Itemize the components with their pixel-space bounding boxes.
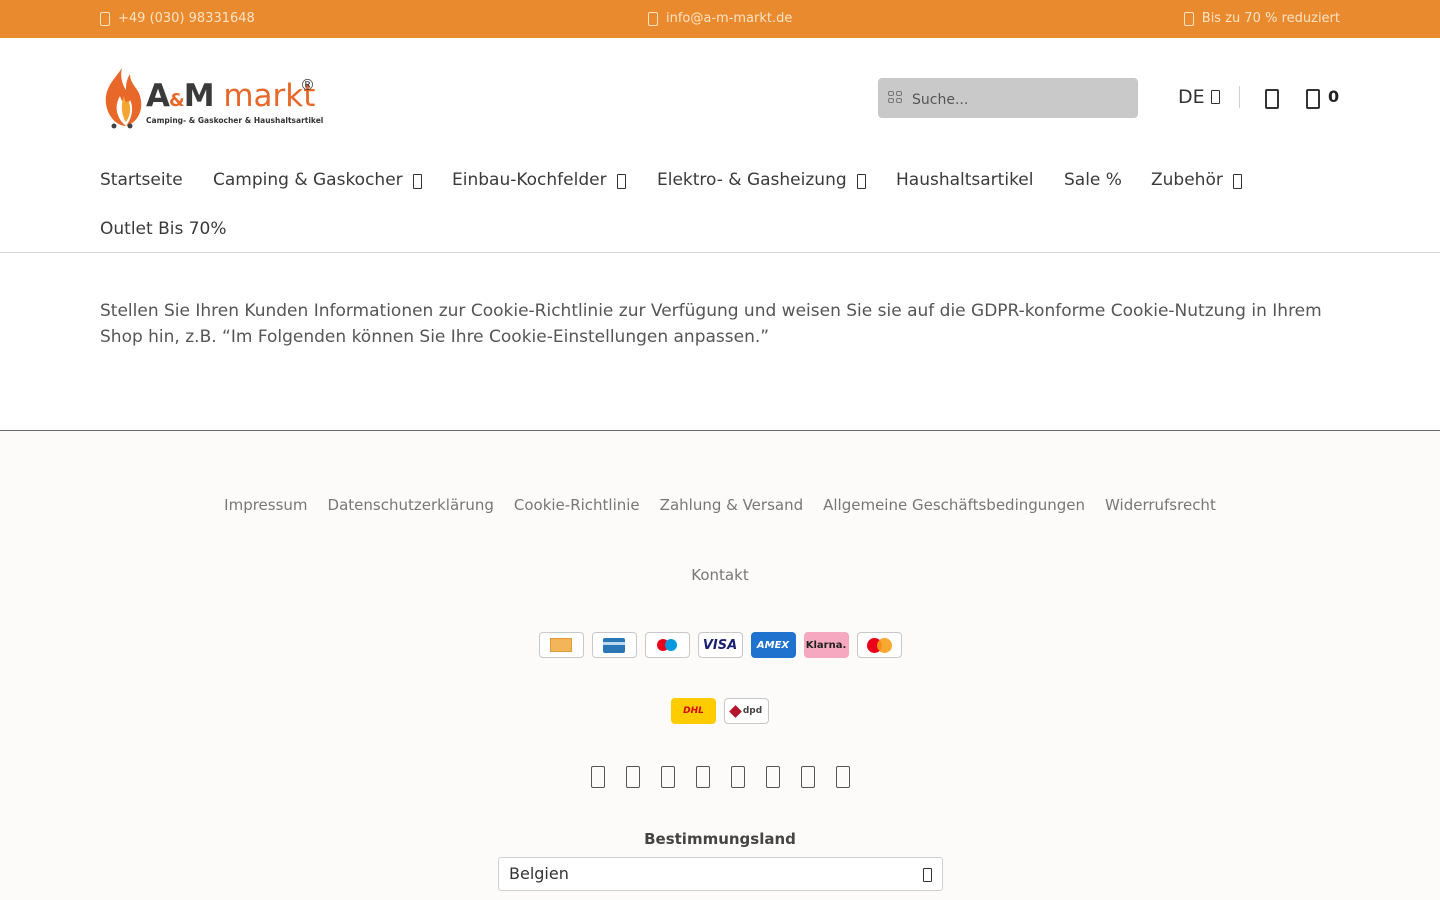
chevron-down-icon bbox=[923, 868, 932, 882]
chevron-down-icon bbox=[412, 174, 422, 189]
logo-amp: & bbox=[169, 90, 185, 111]
nav-label: Sale % bbox=[1064, 170, 1122, 190]
chevron-down-icon bbox=[1210, 90, 1220, 104]
email-text[interactable]: info@a-m-markt.de bbox=[666, 11, 792, 26]
cart-count: 0 bbox=[1328, 87, 1340, 106]
cookie-policy-text: Stellen Sie Ihren Kunden Informationen z… bbox=[100, 301, 1322, 347]
language-label: DE bbox=[1178, 86, 1205, 108]
social-icon-8[interactable] bbox=[835, 766, 850, 788]
logo-wordmark: A&M markt bbox=[146, 78, 315, 114]
logo-m: M bbox=[183, 78, 215, 114]
promo-text: Bis zu 70 % reduziert bbox=[1201, 11, 1340, 26]
chevron-down-icon bbox=[616, 174, 626, 189]
nav-item-haushaltsartikel[interactable]: Haushaltsartikel bbox=[896, 170, 1034, 190]
search-input[interactable] bbox=[912, 88, 1112, 108]
footer-link-datenschutz[interactable]: Datenschutzerklärung bbox=[328, 496, 494, 514]
payment-card-icon bbox=[591, 632, 637, 658]
nav-item-camping[interactable]: Camping & Gaskocher bbox=[213, 170, 422, 190]
nav-label: Startseite bbox=[100, 170, 183, 190]
header-separator bbox=[1239, 86, 1240, 108]
shipping-dhl-icon: DHL bbox=[671, 698, 716, 724]
payment-methods: VISA AMEX Klarna. bbox=[0, 632, 1440, 658]
social-icon-2[interactable] bbox=[625, 766, 640, 788]
nav-label: Elektro- & Gasheizung bbox=[657, 170, 847, 190]
payment-mastercard-icon bbox=[856, 632, 902, 658]
payment-amex-icon: AMEX bbox=[750, 632, 796, 658]
user-account-icon[interactable] bbox=[1265, 89, 1279, 109]
nav-divider bbox=[0, 252, 1440, 253]
social-icon-1[interactable] bbox=[590, 766, 605, 788]
social-icon-3[interactable] bbox=[660, 766, 675, 788]
social-links bbox=[0, 766, 1440, 788]
payment-invoice-icon bbox=[538, 632, 584, 658]
email-info[interactable]: info@a-m-markt.de bbox=[648, 11, 792, 26]
top-info-bar: +49 (030) 98331648 info@a-m-markt.de Bis… bbox=[0, 0, 1440, 38]
promo-info: Bis zu 70 % reduziert bbox=[1183, 11, 1340, 26]
country-select[interactable]: Belgien bbox=[498, 857, 943, 891]
social-icon-4[interactable] bbox=[695, 766, 710, 788]
chevron-down-icon bbox=[856, 174, 866, 189]
search-icon bbox=[888, 91, 902, 103]
footer-divider bbox=[0, 430, 1440, 431]
flame-logo-icon bbox=[105, 68, 142, 129]
footer-link-kontakt: Kontakt bbox=[0, 566, 1440, 584]
payment-visa-icon: VISA bbox=[697, 632, 743, 658]
footer-link-cookie-richtlinie[interactable]: Cookie-Richtlinie bbox=[514, 496, 640, 514]
language-selector[interactable]: DE bbox=[1178, 86, 1220, 108]
nav-item-outlet[interactable]: Outlet Bis 70% bbox=[100, 219, 227, 239]
footer-link-impressum[interactable]: Impressum bbox=[224, 496, 307, 514]
site-logo[interactable]: A&M markt ® Camping- & Gaskocher & Haush… bbox=[100, 66, 324, 130]
nav-item-sale[interactable]: Sale % bbox=[1064, 170, 1122, 190]
shipping-dpd-icon: dpd bbox=[724, 698, 769, 724]
social-icon-7[interactable] bbox=[800, 766, 815, 788]
chevron-down-icon bbox=[1232, 174, 1242, 189]
dpd-label: dpd bbox=[742, 706, 763, 716]
phone-icon bbox=[100, 11, 110, 26]
nav-item-einbau-kochfelder[interactable]: Einbau-Kochfelder bbox=[452, 170, 626, 190]
nav-item-zubehoer[interactable]: Zubehör bbox=[1151, 170, 1242, 190]
shipping-methods: DHL dpd bbox=[0, 698, 1440, 724]
search-box[interactable] bbox=[878, 78, 1138, 118]
nav-label: Outlet Bis 70% bbox=[100, 219, 227, 239]
country-label: Bestimmungsland bbox=[644, 830, 796, 848]
footer-link-zahlung-versand[interactable]: Zahlung & Versand bbox=[660, 496, 803, 514]
footer-link-widerrufsrecht[interactable]: Widerrufsrecht bbox=[1105, 496, 1216, 514]
nav-label: Camping & Gaskocher bbox=[213, 170, 403, 190]
footer-link-agb[interactable]: Allgemeine Geschäftsbedingungen bbox=[823, 496, 1085, 514]
logo-a: A bbox=[146, 78, 170, 114]
footer-links: Impressum Datenschutzerklärung Cookie-Ri… bbox=[0, 496, 1440, 514]
social-icon-6[interactable] bbox=[765, 766, 780, 788]
tag-icon bbox=[1183, 11, 1194, 26]
payment-klarna-icon: Klarna. bbox=[803, 632, 849, 658]
country-select-value: Belgien bbox=[509, 864, 569, 883]
logo-tagline: Camping- & Gaskocher & Haushaltsartikel bbox=[146, 116, 324, 125]
nav-item-startseite[interactable]: Startseite bbox=[100, 170, 183, 190]
dpd-cube-icon bbox=[728, 704, 742, 718]
phone-text[interactable]: +49 (030) 98331648 bbox=[118, 11, 255, 26]
cart-icon[interactable] bbox=[1306, 89, 1320, 109]
footer-link-kontakt-label[interactable]: Kontakt bbox=[691, 566, 748, 584]
social-icon-5[interactable] bbox=[730, 766, 745, 788]
logo-registered-mark: ® bbox=[300, 76, 315, 94]
nav-label: Einbau-Kochfelder bbox=[452, 170, 607, 190]
nav-label: Zubehör bbox=[1151, 170, 1223, 190]
nav-item-heizung[interactable]: Elektro- & Gasheizung bbox=[657, 170, 866, 190]
payment-maestro-icon bbox=[644, 632, 690, 658]
nav-label: Haushaltsartikel bbox=[896, 170, 1034, 190]
phone-info[interactable]: +49 (030) 98331648 bbox=[100, 11, 255, 26]
mail-icon bbox=[648, 11, 658, 26]
